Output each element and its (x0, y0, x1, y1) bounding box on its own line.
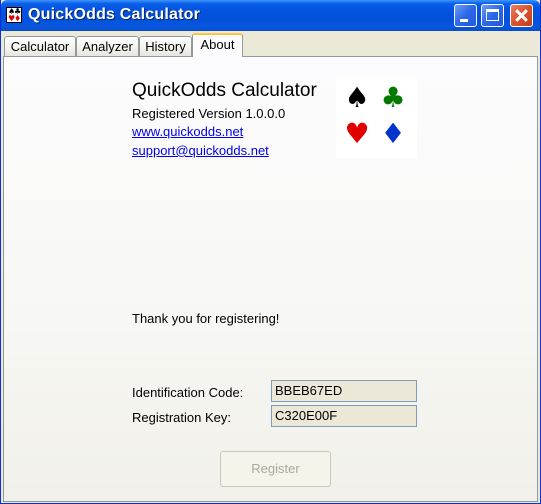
club-icon: ♣ (380, 81, 406, 114)
website-link[interactable]: www.quickodds.net (132, 124, 243, 139)
heart-icon: ♥ (344, 117, 370, 150)
registration-label: Registration Key: (132, 410, 231, 425)
registration-key-field[interactable]: C320E00F (271, 405, 417, 427)
window-title: QuickOdds Calculator (28, 6, 201, 23)
minimize-icon (460, 19, 468, 22)
close-icon (511, 5, 532, 26)
tab-about[interactable]: About (192, 33, 243, 57)
version-text: Registered Version 1.0.0.0 (132, 106, 286, 121)
diamond-icon: ♦ (380, 117, 406, 150)
tab-history[interactable]: History (139, 36, 192, 56)
register-button[interactable]: Register (220, 451, 331, 487)
title-bar[interactable]: ♠ ♣ ♥ ♦ QuickOdds Calculator (1, 0, 540, 31)
identification-label: Identification Code: (132, 385, 244, 400)
app-window: ♠ ♣ ♥ ♦ QuickOdds Calculator Calculator An… (0, 0, 541, 504)
close-button[interactable] (510, 4, 533, 27)
tab-calculator[interactable]: Calculator (4, 36, 76, 56)
support-email-link[interactable]: support@quickodds.net (132, 143, 269, 158)
maximize-icon (486, 9, 499, 21)
maximize-button[interactable] (481, 4, 504, 27)
about-panel (3, 56, 538, 502)
app-icon[interactable]: ♠ ♣ ♥ ♦ (6, 7, 22, 23)
identification-code-field[interactable]: BBEB67ED (271, 380, 417, 402)
thanks-message: Thank you for registering! (132, 311, 280, 326)
minimize-button[interactable] (454, 4, 477, 27)
spade-icon: ♠ (344, 81, 370, 114)
card-suits-logo: ♠ ♣ ♥ ♦ (336, 78, 417, 158)
app-name-heading: QuickOdds Calculator (132, 80, 317, 101)
tab-analyzer[interactable]: Analyzer (76, 36, 139, 56)
